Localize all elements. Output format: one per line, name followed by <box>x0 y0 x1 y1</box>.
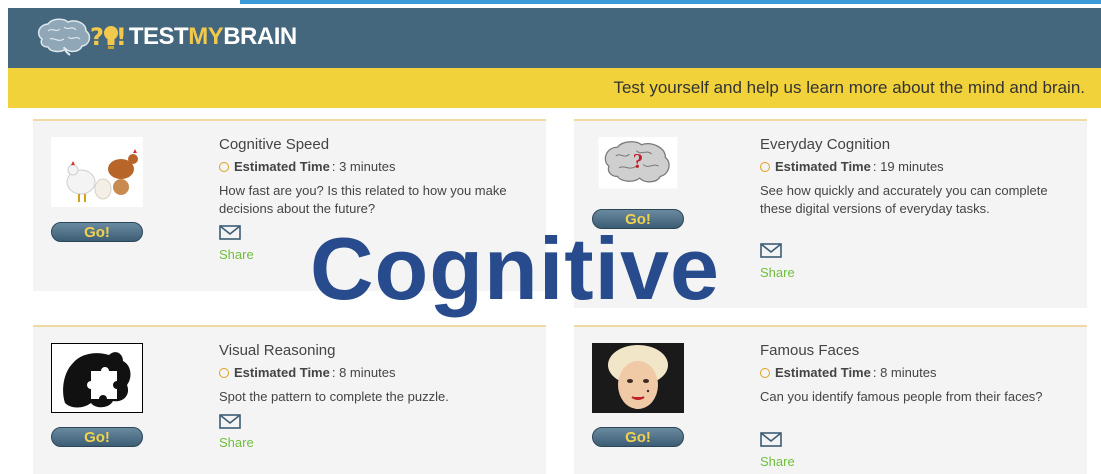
go-button[interactable]: Go! <box>51 222 143 242</box>
estimated-time: Estimated Time : 8 minutes <box>219 365 395 380</box>
estimated-time-value: : 3 minutes <box>331 159 396 174</box>
estimated-time-label: Estimated Time <box>234 159 330 174</box>
estimated-time: Estimated Time : 19 minutes <box>760 159 944 174</box>
card-description: How fast are you? Is this related to how… <box>219 183 507 216</box>
share-link[interactable]: Share <box>760 265 795 280</box>
card-title: Cognitive Speed <box>219 136 330 153</box>
estimated-time-value: : 8 minutes <box>872 365 937 380</box>
go-button[interactable]: Go! <box>51 427 143 447</box>
card-description: Can you identify famous people from thei… <box>760 389 1043 404</box>
card-description: Spot the pattern to complete the puzzle. <box>219 389 449 404</box>
brain-icon <box>37 18 91 56</box>
estimated-time-label: Estimated Time <box>234 365 330 380</box>
logo-word-my: MY <box>188 23 224 50</box>
estimated-time-label: Estimated Time <box>775 159 871 174</box>
puzzle-head-image <box>51 343 143 413</box>
logo-question-mark: ? <box>90 23 104 51</box>
top-accent-line <box>240 0 1101 4</box>
logo-word-brain: BRAIN <box>223 23 297 50</box>
share-link[interactable]: Share <box>760 454 795 469</box>
envelope-icon[interactable] <box>219 414 241 429</box>
envelope-icon[interactable] <box>760 432 782 447</box>
tagline-text: Test yourself and help us learn more abo… <box>613 78 1085 97</box>
svg-text:?: ? <box>633 151 643 173</box>
brain-question-image: ? <box>598 137 678 189</box>
overlay-title: Cognitive <box>310 219 720 318</box>
clock-icon <box>760 367 770 378</box>
site-logo[interactable]: ? ! TESTMYBRAIN <box>34 14 297 60</box>
estimated-time-label: Estimated Time <box>775 365 871 380</box>
go-button[interactable]: Go! <box>592 427 684 447</box>
estimated-time: Estimated Time : 8 minutes <box>760 365 936 380</box>
clock-icon <box>219 367 229 378</box>
logo-word-test: TEST <box>128 23 189 50</box>
card-title: Visual Reasoning <box>219 342 336 359</box>
card-famous-faces: Go! Famous Faces Estimated Time : 8 minu… <box>574 325 1087 474</box>
card-title: Famous Faces <box>760 342 860 359</box>
card-visual-reasoning: Go! Visual Reasoning Estimated Time : 8 … <box>33 325 546 474</box>
envelope-icon[interactable] <box>219 225 241 240</box>
site-header: ? ! TESTMYBRAIN <box>8 8 1101 68</box>
share-link[interactable]: Share <box>219 435 254 450</box>
envelope-icon[interactable] <box>760 243 782 258</box>
clock-icon <box>760 161 770 172</box>
estimated-time-value: : 19 minutes <box>872 159 944 174</box>
card-title: Everyday Cognition <box>760 136 891 153</box>
share-link[interactable]: Share <box>219 247 254 262</box>
estimated-time: Estimated Time : 3 minutes <box>219 159 395 174</box>
logo-exclamation: ! <box>115 23 127 51</box>
logo-wordmark: TESTMYBRAIN <box>129 23 297 51</box>
tagline-banner: Test yourself and help us learn more abo… <box>8 68 1101 108</box>
estimated-time-value: : 8 minutes <box>331 365 396 380</box>
card-description: See how quickly and accurately you can c… <box>760 183 1048 216</box>
chickens-eggs-image <box>51 137 143 207</box>
clock-icon <box>219 161 229 172</box>
portrait-image <box>592 343 684 413</box>
